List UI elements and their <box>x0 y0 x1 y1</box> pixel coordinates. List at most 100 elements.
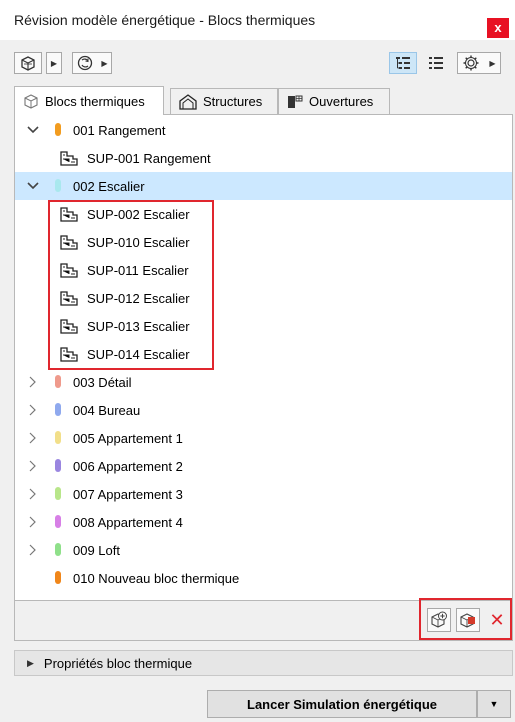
chevron-down-icon[interactable] <box>27 116 39 144</box>
chevron-right-icon[interactable] <box>27 396 39 424</box>
zone-row[interactable]: SUP-001 Rangement <box>15 144 512 172</box>
tab-structures[interactable]: Structures <box>170 88 278 114</box>
zone-label: SUP-013 Escalier <box>87 318 190 334</box>
tree-view-button[interactable] <box>389 52 417 74</box>
energy-review-window: Révision modèle énergétique - Blocs ther… <box>0 0 515 722</box>
thermal-block-row[interactable]: 004 Bureau <box>15 396 512 424</box>
chevron-right-icon[interactable] <box>27 508 39 536</box>
toolbar: ▶ ▶ ▶ <box>0 40 515 84</box>
block-label: 004 Bureau <box>73 402 141 418</box>
zone-label: SUP-014 Escalier <box>87 346 190 362</box>
tab-label: Ouvertures <box>309 94 374 109</box>
tab-label: Blocs thermiques <box>45 93 145 109</box>
title-bar: Révision modèle énergétique - Blocs ther… <box>0 0 515 40</box>
thermal-block-row[interactable]: 003 Détail <box>15 368 512 396</box>
chevron-right-icon[interactable] <box>27 368 39 396</box>
chevron-down-icon[interactable] <box>27 172 39 200</box>
caret-right-icon: ▶ <box>101 58 108 68</box>
caret-right-icon: ▶ <box>50 58 58 68</box>
zone-icon <box>60 206 78 225</box>
zone-row[interactable]: SUP-014 Escalier <box>15 340 512 368</box>
zone-icon <box>60 346 78 365</box>
thermal-block-row[interactable]: 007 Appartement 3 <box>15 480 512 508</box>
chevron-right-icon[interactable] <box>27 480 39 508</box>
block-color-swatch <box>55 459 61 472</box>
close-icon: x <box>494 20 502 35</box>
zone-row[interactable]: SUP-011 Escalier <box>15 256 512 284</box>
structure-icon <box>179 93 197 110</box>
zone-label: SUP-001 Rangement <box>87 150 211 166</box>
block-color-swatch <box>55 403 61 416</box>
add-zone-icon <box>431 611 447 628</box>
block-label: 002 Escalier <box>73 178 145 194</box>
model-view-menu-button[interactable]: ▶ <box>46 52 62 74</box>
add-zone-button[interactable] <box>427 608 451 632</box>
block-color-swatch <box>55 543 61 556</box>
properties-panel-header[interactable]: ▶ Propriétés bloc thermique <box>14 650 513 676</box>
block-color-swatch <box>55 487 61 500</box>
thermal-block-row[interactable]: 009 Loft <box>15 536 512 564</box>
block-label: 009 Loft <box>73 542 120 558</box>
delete-button[interactable]: ✕ <box>485 608 509 632</box>
block-color-swatch <box>55 123 61 136</box>
tab-ouvertures[interactable]: Ouvertures <box>278 88 390 114</box>
tab-blocs-thermiques[interactable]: Blocs thermiques <box>14 86 164 115</box>
block-label: 001 Rangement <box>73 122 166 138</box>
assign-block-icon <box>460 613 475 628</box>
settings-button[interactable]: ▶ <box>457 52 501 74</box>
block-label: 003 Détail <box>73 374 132 390</box>
zone-label: SUP-002 Escalier <box>87 206 190 222</box>
chevron-right-icon[interactable] <box>27 424 39 452</box>
settings-icon <box>463 55 479 71</box>
block-color-swatch <box>55 179 61 192</box>
block-label: 007 Appartement 3 <box>73 486 183 502</box>
model-view-icon <box>21 56 35 71</box>
zone-label: SUP-011 Escalier <box>87 262 189 278</box>
run-simulation-button[interactable]: Lancer Simulation énergétique <box>207 690 477 718</box>
block-label: 008 Appartement 4 <box>73 514 183 530</box>
thermal-block-tree: 001 Rangement SUP-001 Rangement 002 Escali… <box>14 114 513 601</box>
run-simulation-label: Lancer Simulation énergétique <box>247 696 437 712</box>
list-view-icon <box>429 57 443 69</box>
zone-icon <box>60 290 78 309</box>
block-label: 006 Appartement 2 <box>73 458 183 474</box>
refresh-button[interactable]: ▶ <box>72 52 112 74</box>
tab-bar: Blocs thermiques Structures Ouvertures <box>0 84 515 115</box>
simulation-options-dropdown[interactable]: ▼ <box>477 690 511 718</box>
thermal-block-row[interactable]: 010 Nouveau bloc thermique <box>15 564 512 592</box>
delete-icon: ✕ <box>489 609 505 630</box>
model-view-button[interactable] <box>14 52 42 74</box>
zone-row[interactable]: SUP-012 Escalier <box>15 284 512 312</box>
caret-right-icon: ▶ <box>27 657 34 668</box>
thermal-block-row[interactable]: 001 Rangement <box>15 116 512 144</box>
thermal-block-row[interactable]: 008 Appartement 4 <box>15 508 512 536</box>
chevron-down-icon: ▼ <box>489 699 499 709</box>
thermal-block-row[interactable]: 002 Escalier <box>15 172 512 200</box>
chevron-right-icon[interactable] <box>27 452 39 480</box>
block-color-swatch <box>55 431 61 444</box>
properties-label: Propriétés bloc thermique <box>43 655 193 671</box>
tab-label: Structures <box>203 94 263 109</box>
openings-icon <box>288 95 303 108</box>
block-label: 010 Nouveau bloc thermique <box>73 570 240 586</box>
zone-label: SUP-010 Escalier <box>87 234 190 250</box>
window-title: Révision modèle énergétique - Blocs ther… <box>14 12 316 28</box>
zone-row[interactable]: SUP-013 Escalier <box>15 312 512 340</box>
thermal-block-row[interactable]: 005 Appartement 1 <box>15 424 512 452</box>
refresh-icon <box>78 55 93 71</box>
block-color-swatch <box>55 515 61 528</box>
block-label: 005 Appartement 1 <box>73 430 183 446</box>
zone-icon <box>60 234 78 253</box>
zone-label: SUP-012 Escalier <box>87 290 190 306</box>
chevron-right-icon[interactable] <box>27 536 39 564</box>
tree-view-icon <box>396 57 410 69</box>
action-buttons-outline: ✕ <box>419 598 512 640</box>
thermal-block-row[interactable]: 006 Appartement 2 <box>15 452 512 480</box>
zone-row[interactable]: SUP-010 Escalier <box>15 228 512 256</box>
caret-right-icon: ▶ <box>489 58 496 68</box>
list-view-button[interactable] <box>422 52 450 74</box>
block-color-swatch <box>55 571 61 584</box>
close-button[interactable]: x <box>487 18 509 38</box>
assign-block-button[interactable] <box>456 608 480 632</box>
zone-row[interactable]: SUP-002 Escalier <box>15 200 512 228</box>
